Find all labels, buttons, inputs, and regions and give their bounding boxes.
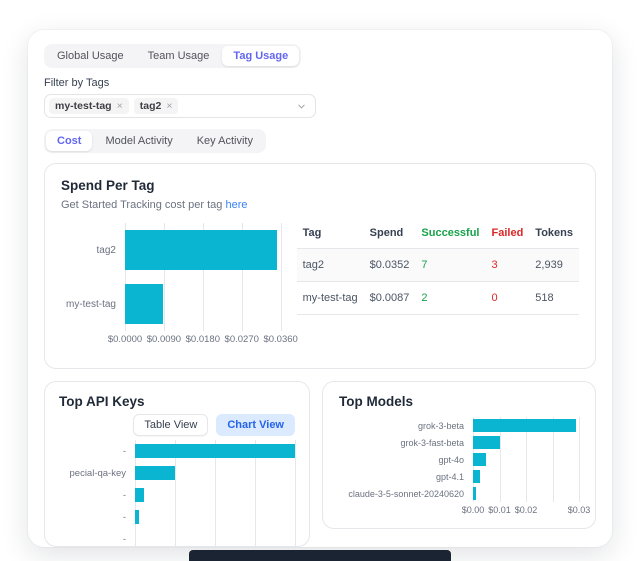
cell-tag: tag2: [297, 249, 364, 282]
x-tick-label: $0.01: [488, 505, 511, 515]
col-successful: Successful: [415, 223, 485, 249]
tag-chip-label: my-test-tag: [55, 100, 112, 112]
x-tick-label: $0.02: [515, 505, 538, 515]
chart-row: gpt-4.1: [339, 468, 579, 485]
chart-row: gpt-4o: [339, 451, 579, 468]
category-label: grok-3-beta: [339, 421, 473, 431]
bar: [135, 510, 139, 524]
tag-chip-label: tag2: [140, 100, 162, 112]
bottom-dark-bar: [189, 550, 451, 561]
category-label: my-test-tag: [61, 299, 125, 310]
tab-model-activity[interactable]: Model Activity: [94, 131, 183, 151]
col-failed: Failed: [486, 223, 530, 249]
usage-tabbar: Global Usage Team Usage Tag Usage: [44, 44, 301, 68]
chart-row: -: [59, 440, 295, 462]
panel-subtitle: Get Started Tracking cost per tag here: [61, 199, 579, 211]
cell-failed: 3: [486, 249, 530, 282]
cell-tokens: 518: [529, 282, 579, 315]
chart-row: grok-3-beta: [339, 417, 579, 434]
filter-by-tags-label: Filter by Tags: [44, 77, 596, 89]
table-view-button[interactable]: Table View: [133, 414, 208, 436]
top-api-keys-panel: Top API Keys Table View Chart View - peci…: [44, 381, 310, 547]
col-spend: Spend: [364, 223, 416, 249]
x-tick-label: $0.0360: [263, 334, 297, 345]
panel-title: Spend Per Tag: [61, 178, 579, 193]
bar: [135, 488, 144, 502]
spend-table: Tag Spend Successful Failed Tokens tag2 …: [297, 223, 579, 315]
col-tag: Tag: [297, 223, 364, 249]
bar: [125, 284, 163, 324]
chip-remove-icon[interactable]: ×: [117, 101, 123, 112]
chart-row: -: [59, 484, 295, 506]
chart-row: my-test-tag: [61, 277, 281, 331]
x-tick-label: $0.00: [462, 505, 485, 515]
table-row: tag2 $0.0352 7 3 2,939: [297, 249, 579, 282]
tab-global-usage[interactable]: Global Usage: [46, 46, 135, 66]
view-tabbar: Cost Model Activity Key Activity: [44, 129, 266, 153]
cell-tag: my-test-tag: [297, 282, 364, 315]
tags-filter-select[interactable]: my-test-tag × tag2 ×: [44, 94, 316, 118]
cell-failed: 0: [486, 282, 530, 315]
spend-per-tag-panel: Spend Per Tag Get Started Tracking cost …: [44, 163, 596, 369]
category-label: gpt-4o: [339, 455, 473, 465]
tag-chip: my-test-tag ×: [49, 98, 129, 114]
chart-row: pecial-qa-key: [59, 462, 295, 484]
spend-table-wrap: Tag Spend Successful Failed Tokens tag2 …: [297, 223, 579, 347]
tab-cost[interactable]: Cost: [46, 131, 92, 151]
bar: [473, 487, 476, 500]
category-label: gpt-4.1: [339, 472, 473, 482]
cell-spend: $0.0352: [364, 249, 416, 282]
category-label: pecial-qa-key: [59, 468, 135, 479]
chart-row: -: [59, 506, 295, 528]
table-row: my-test-tag $0.0087 2 0 518: [297, 282, 579, 315]
panel-title: Top Models: [339, 394, 579, 409]
chart-row: tag2: [61, 223, 281, 277]
x-tick-label: $0.03: [568, 505, 591, 515]
chevron-down-icon[interactable]: [296, 101, 307, 112]
chart-row: -: [59, 528, 295, 547]
top-api-keys-chart: - pecial-qa-key - - -: [59, 440, 295, 547]
dashboard-card: Global Usage Team Usage Tag Usage Filter…: [28, 30, 612, 547]
bar: [473, 470, 480, 483]
category-label: -: [59, 446, 135, 457]
bar: [135, 466, 175, 480]
x-tick-label: $0.0270: [225, 334, 259, 345]
panel-title: Top API Keys: [59, 394, 295, 409]
category-label: -: [59, 534, 135, 545]
bar: [473, 419, 576, 432]
bar: [135, 444, 295, 458]
cell-tokens: 2,939: [529, 249, 579, 282]
category-label: grok-3-fast-beta: [339, 438, 473, 448]
cell-spend: $0.0087: [364, 282, 416, 315]
tab-tag-usage[interactable]: Tag Usage: [222, 46, 299, 66]
here-link[interactable]: here: [225, 199, 247, 211]
category-label: claude-3-5-sonnet-20240620: [339, 489, 473, 499]
col-tokens: Tokens: [529, 223, 579, 249]
table-header-row: Tag Spend Successful Failed Tokens: [297, 223, 579, 249]
x-tick-label: $0.0180: [186, 334, 220, 345]
x-tick-label: $0.0000: [108, 334, 142, 345]
cell-successful: 2: [415, 282, 485, 315]
tag-chip: tag2 ×: [134, 98, 179, 114]
tab-team-usage[interactable]: Team Usage: [137, 46, 221, 66]
chip-remove-icon[interactable]: ×: [166, 101, 172, 112]
top-models-chart: grok-3-beta grok-3-fast-beta gpt-4o gpt-4.1…: [339, 417, 579, 518]
bar: [125, 230, 277, 270]
tab-key-activity[interactable]: Key Activity: [186, 131, 264, 151]
subtitle-text: Get Started Tracking cost per tag: [61, 199, 222, 211]
chart-row: claude-3-5-sonnet-20240620: [339, 485, 579, 502]
top-models-panel: Top Models grok-3-beta grok-3-fast-beta gp…: [322, 381, 596, 529]
bar: [473, 453, 486, 466]
x-tick-label: $0.0090: [147, 334, 181, 345]
chart-row: grok-3-fast-beta: [339, 434, 579, 451]
chart-view-button[interactable]: Chart View: [216, 414, 295, 436]
bar: [473, 436, 500, 449]
category-label: tag2: [61, 245, 125, 256]
category-label: -: [59, 512, 135, 523]
cell-successful: 7: [415, 249, 485, 282]
spend-per-tag-chart: tag2 my-test-tag $0.0000 $0.0090 $0.0180 $0.0…: [61, 223, 281, 347]
category-label: -: [59, 490, 135, 501]
